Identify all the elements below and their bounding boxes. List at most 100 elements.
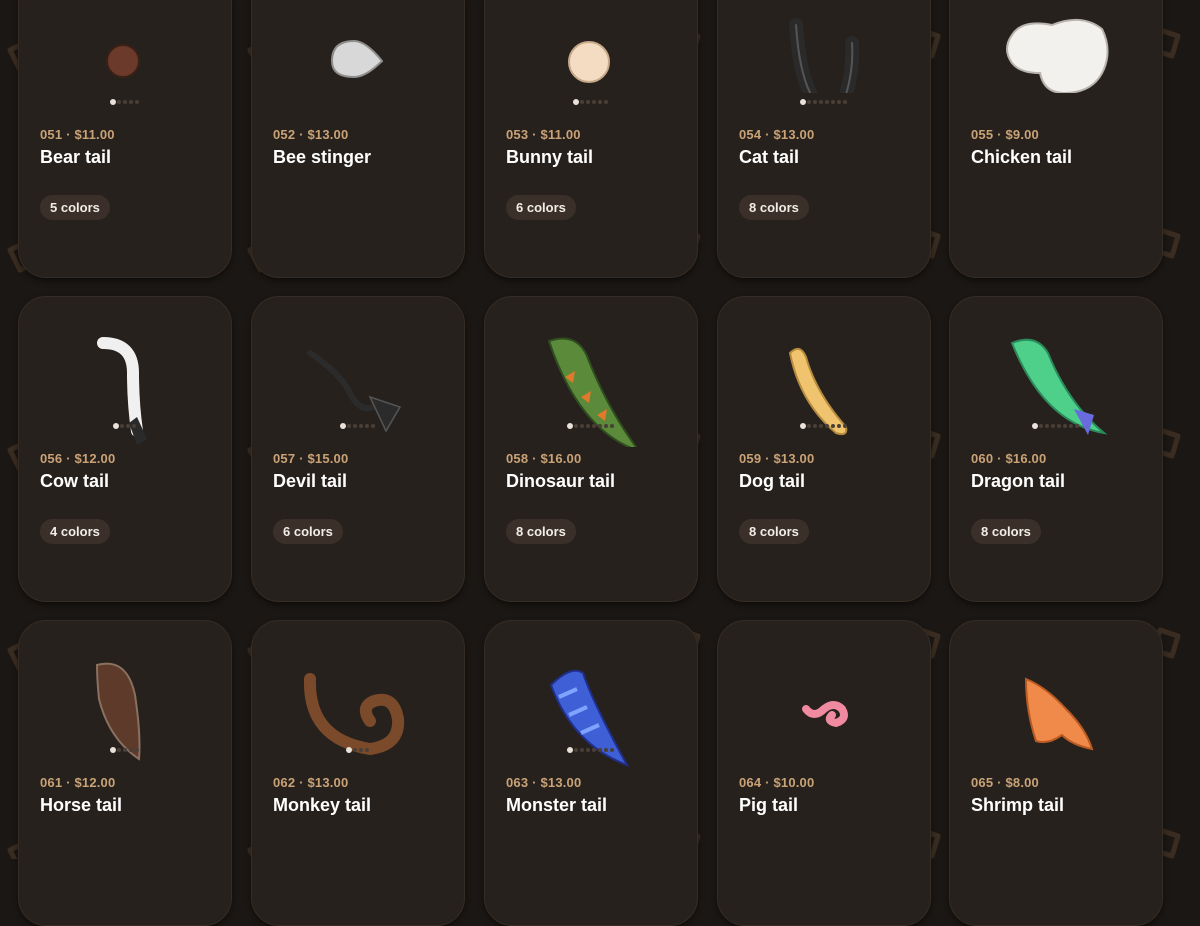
separator: · — [761, 775, 774, 790]
product-card[interactable]: 053 · $11.00 Bunny tail 6 colors — [484, 0, 698, 278]
color-dot[interactable] — [129, 100, 133, 104]
separator: · — [62, 127, 75, 142]
color-dot[interactable] — [807, 424, 811, 428]
color-dot[interactable] — [586, 100, 590, 104]
color-dot[interactable] — [592, 424, 596, 428]
color-dot[interactable] — [129, 748, 133, 752]
color-dot[interactable] — [135, 100, 139, 104]
color-dot-active[interactable] — [800, 99, 806, 105]
color-dot[interactable] — [132, 424, 136, 428]
color-dot[interactable] — [123, 748, 127, 752]
color-dot-active[interactable] — [110, 99, 116, 105]
color-dot[interactable] — [123, 100, 127, 104]
color-dot[interactable] — [1063, 424, 1067, 428]
color-dot[interactable] — [574, 748, 578, 752]
color-dot[interactable] — [831, 424, 835, 428]
product-name: Monkey tail — [273, 795, 372, 815]
color-dot[interactable] — [813, 100, 817, 104]
color-dot[interactable] — [1051, 424, 1055, 428]
color-dot[interactable] — [604, 100, 608, 104]
color-dot[interactable] — [365, 748, 369, 752]
color-dot[interactable] — [580, 424, 584, 428]
color-dots — [485, 99, 697, 107]
product-card[interactable]: 064 · $10.00 Pig tail — [717, 620, 931, 926]
color-dot[interactable] — [353, 748, 357, 752]
product-card[interactable]: 052 · $13.00 Bee stinger — [251, 0, 465, 278]
color-dot[interactable] — [819, 100, 823, 104]
color-dot-active[interactable] — [346, 747, 352, 753]
color-dot-active[interactable] — [110, 747, 116, 753]
color-dot[interactable] — [813, 424, 817, 428]
separator: · — [761, 127, 774, 142]
color-dot[interactable] — [117, 748, 121, 752]
color-dot[interactable] — [843, 100, 847, 104]
product-card[interactable]: 055 · $9.00 Chicken tail — [949, 0, 1163, 278]
color-dots — [19, 99, 231, 107]
color-dot[interactable] — [353, 424, 357, 428]
separator: · — [993, 775, 1006, 790]
color-dot[interactable] — [604, 424, 608, 428]
color-dot[interactable] — [371, 424, 375, 428]
product-card[interactable]: 059 · $13.00 Dog tail 8 colors — [717, 296, 931, 602]
color-dot-active[interactable] — [113, 423, 119, 429]
product-card[interactable]: 065 · $8.00 Shrimp tail — [949, 620, 1163, 926]
color-dot[interactable] — [1045, 424, 1049, 428]
color-dot[interactable] — [347, 424, 351, 428]
color-dot[interactable] — [586, 424, 590, 428]
color-dot[interactable] — [580, 100, 584, 104]
product-card[interactable]: 054 · $13.00 Cat tail 8 colors — [717, 0, 931, 278]
color-dot[interactable] — [825, 424, 829, 428]
color-dot[interactable] — [574, 424, 578, 428]
color-dot[interactable] — [120, 424, 124, 428]
color-dot[interactable] — [135, 748, 139, 752]
color-dot[interactable] — [604, 748, 608, 752]
color-dot-active[interactable] — [340, 423, 346, 429]
product-price: $16.00 — [1005, 451, 1047, 466]
color-dot[interactable] — [1039, 424, 1043, 428]
product-card[interactable]: 058 · $16.00 Dinosaur tail 8 colors — [484, 296, 698, 602]
color-dot[interactable] — [1075, 424, 1079, 428]
color-dot[interactable] — [359, 748, 363, 752]
color-dot[interactable] — [610, 424, 614, 428]
product-card[interactable]: 051 · $11.00 Bear tail 5 colors — [18, 0, 232, 278]
product-card[interactable]: 056 · $12.00 Cow tail 4 colors — [18, 296, 232, 602]
colors-badge: 8 colors — [739, 519, 809, 544]
product-card[interactable]: 061 · $12.00 Horse tail — [18, 620, 232, 926]
dog-tail-icon — [718, 297, 930, 436]
product-card[interactable]: 057 · $15.00 Devil tail 6 colors — [251, 296, 465, 602]
dragon-tail-icon — [950, 297, 1162, 435]
color-dot[interactable] — [598, 424, 602, 428]
color-dot[interactable] — [365, 424, 369, 428]
color-dot[interactable] — [831, 100, 835, 104]
color-dot[interactable] — [359, 424, 363, 428]
color-dot-active[interactable] — [800, 423, 806, 429]
product-card[interactable]: 062 · $13.00 Monkey tail — [251, 620, 465, 926]
color-dot[interactable] — [586, 748, 590, 752]
colors-badge: 8 colors — [971, 519, 1041, 544]
color-dot[interactable] — [837, 100, 841, 104]
color-dot[interactable] — [1057, 424, 1061, 428]
separator: · — [528, 451, 541, 466]
color-dot[interactable] — [592, 748, 596, 752]
color-dot[interactable] — [819, 424, 823, 428]
color-dot[interactable] — [592, 100, 596, 104]
color-dot-active[interactable] — [567, 423, 573, 429]
product-name: Monster tail — [506, 795, 608, 815]
color-dot[interactable] — [598, 100, 602, 104]
color-dot-active[interactable] — [1032, 423, 1038, 429]
color-dot[interactable] — [610, 748, 614, 752]
color-dot[interactable] — [126, 424, 130, 428]
color-dot-active[interactable] — [567, 747, 573, 753]
color-dot-active[interactable] — [573, 99, 579, 105]
color-dot[interactable] — [580, 748, 584, 752]
color-dot[interactable] — [1069, 424, 1073, 428]
color-dot[interactable] — [825, 100, 829, 104]
color-dot[interactable] — [837, 424, 841, 428]
product-price: $13.00 — [773, 127, 815, 142]
product-card[interactable]: 060 · $16.00 Dragon tail 8 colors — [949, 296, 1163, 602]
color-dot[interactable] — [807, 100, 811, 104]
product-card[interactable]: 063 · $13.00 Monster tail — [484, 620, 698, 926]
color-dot[interactable] — [843, 424, 847, 428]
color-dot[interactable] — [598, 748, 602, 752]
color-dot[interactable] — [117, 100, 121, 104]
